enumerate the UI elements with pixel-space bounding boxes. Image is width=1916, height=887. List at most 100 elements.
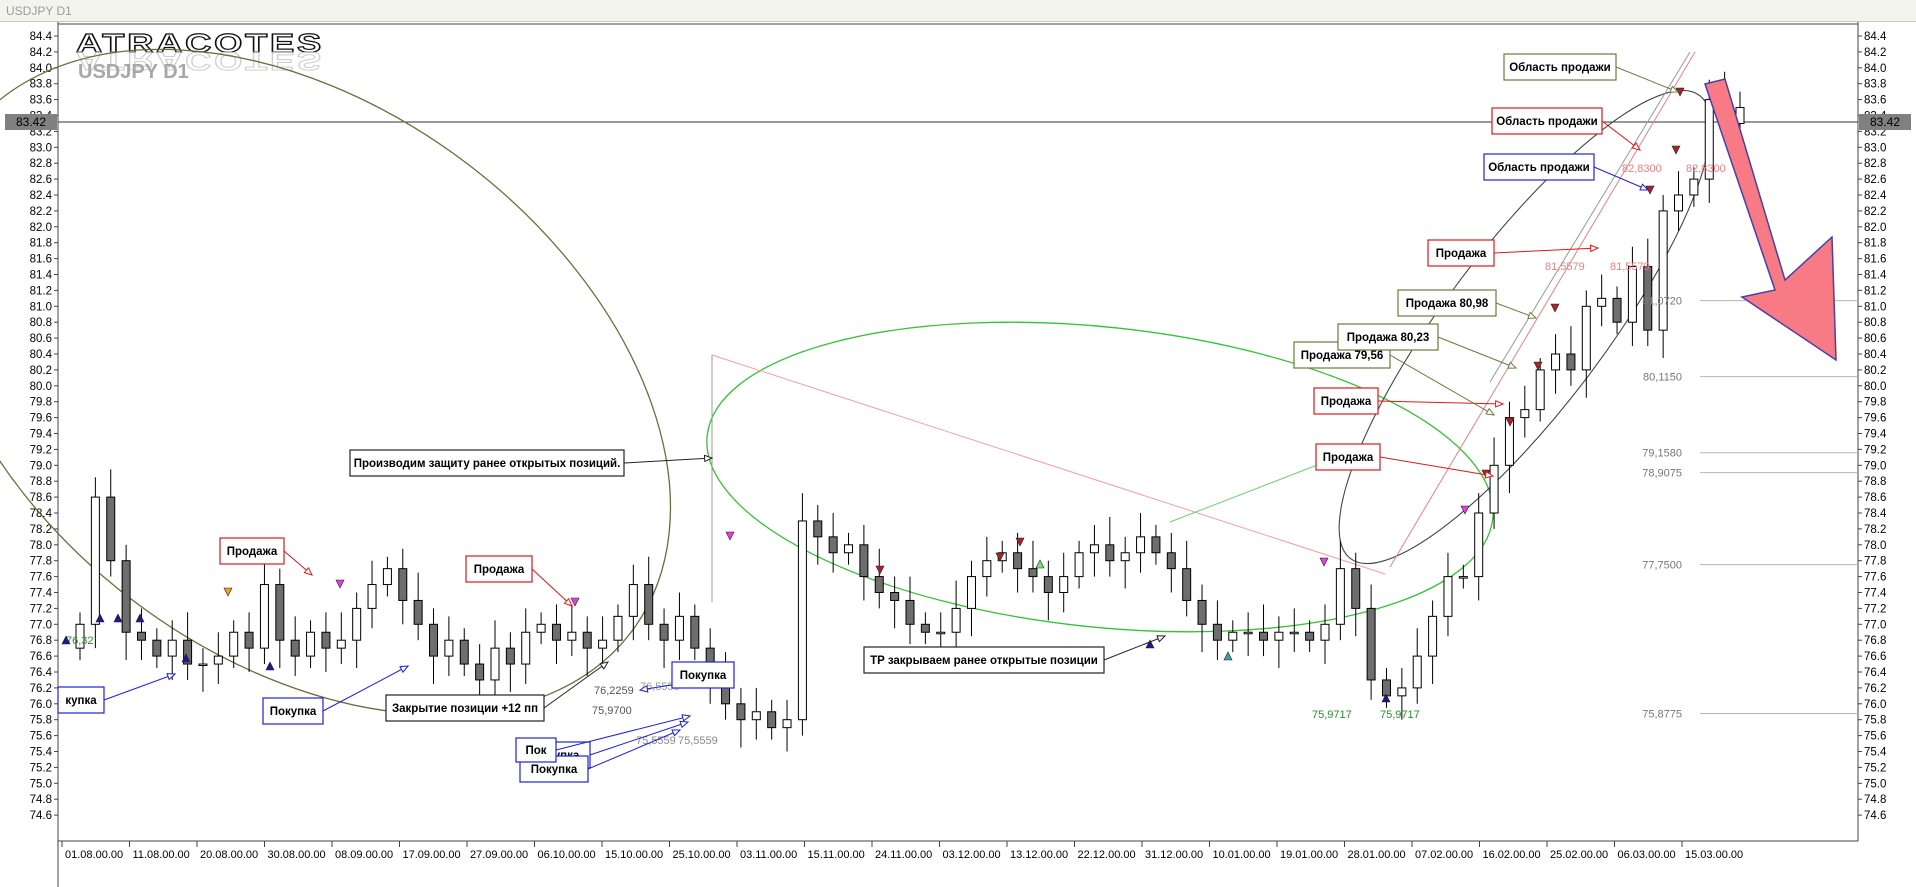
candle-bear [813,520,823,538]
signal-box-label: Покупка [680,670,727,682]
y-tick-label-right: 81.8 [1864,238,1886,250]
y-axis-left: 84.484.284.083.883.683.483.283.082.882.6… [30,31,58,822]
y-tick-label-left: 84.2 [30,47,52,59]
candle-bull [352,607,362,641]
candle-bull [598,639,608,649]
candle-bull [1074,552,1084,578]
candle-bull [1535,369,1545,411]
candle-bull [1627,266,1637,323]
x-tick-label: 01.08.00.00 [65,849,123,861]
candle-bear [275,584,285,641]
y-tick-label-left: 82.8 [30,158,52,170]
candle-bear [121,560,131,633]
candle-bull [306,631,316,657]
y-tick-label-right: 77.8 [1864,556,1886,568]
y-tick-label-right: 84.4 [1864,31,1887,43]
y-tick-label-right: 77.2 [1864,603,1886,615]
candle-bear [690,615,700,649]
candle-bull [1551,353,1561,371]
signal-box-label: Покупка [531,764,578,776]
candle-bull [1120,552,1130,562]
y-tick-label-right: 79.0 [1864,460,1886,472]
candle-bull [1412,655,1422,689]
y-tick-label-right: 82.4 [1864,190,1887,202]
candle-bull [1243,631,1253,635]
y-tick-label-right: 78.0 [1864,540,1886,552]
y-tick-label-left: 81.0 [30,301,52,313]
y-tick-label-left: 76.2 [30,683,52,695]
x-tick-label: 07.02.00.00 [1415,849,1473,861]
candle-bull [951,607,961,633]
signal-box-label: Продажа [1436,248,1487,260]
y-tick-label-left: 81.6 [30,254,52,266]
signal-box-label: Производим защиту ранее открытых позиций… [354,458,621,470]
candle-bear [290,639,300,657]
y-tick-label-right: 83.0 [1864,142,1886,154]
candle-bull [490,647,500,681]
y-tick-label-left: 80.0 [30,381,52,393]
y-tick-label-left: 77.2 [30,603,52,615]
y-tick-label-left: 79.2 [30,444,52,456]
candle-bull [628,584,638,617]
level-value-label: 75,5559 [636,735,676,747]
y-tick-label-left: 78.0 [30,540,52,552]
y-tick-label-right: 74.6 [1864,810,1886,822]
price-level-label: 78,9075 [1642,468,1682,480]
candle-bull [797,520,807,721]
candle-bull [1335,568,1345,625]
candle-bear [920,623,930,633]
candle-bull [1136,536,1146,554]
symbol-timeframe-label: USDJPY D1 [78,61,189,83]
x-tick-label: 06.03.00.00 [1618,849,1676,861]
price-level-label: 80,1150 [1643,372,1682,384]
x-tick-label: 27.09.00.00 [470,849,528,861]
signal-box-label: Продажа [1323,452,1374,464]
x-axis: 01.08.00.00 11.08.00.00 20.08.00.00 30.08.0… [61,841,1743,861]
y-tick-label-right: 81.0 [1864,301,1886,313]
y-tick-label-right: 75.2 [1864,762,1886,774]
candle-bull [844,544,854,554]
candle-bear [1151,536,1161,554]
x-tick-label: 15.11.00.00 [808,849,865,861]
y-tick-label-right: 81.2 [1864,285,1886,297]
y-tick-label-left: 75.2 [30,762,52,774]
candle-bear [1182,568,1192,601]
y-tick-label-right: 80.8 [1864,317,1886,329]
x-tick-label: 15.10.00.00 [605,849,663,861]
level-value-label: 76,32 [66,635,94,647]
level-value-label: 75,5559 [678,735,718,747]
y-tick-label-left: 76.8 [30,635,52,647]
candle-bear [505,647,515,665]
level-value-label: 75,9717 [1312,709,1352,721]
y-tick-label-right: 82.0 [1864,222,1886,234]
candle-bear [1259,631,1269,641]
x-tick-label: 06.10.00.00 [538,849,596,861]
y-tick-label-right: 75.0 [1864,778,1886,790]
y-tick-label-right: 80.2 [1864,365,1886,377]
y-tick-label-right: 79.4 [1864,429,1887,441]
y-tick-label-left: 82.0 [30,222,52,234]
x-tick-label: 17.09.00.00 [403,849,461,861]
candle-bull [1458,576,1468,579]
x-tick-label: 03.12.00.00 [943,849,1001,861]
candle-bull [336,639,346,649]
y-tick-label-left: 75.4 [30,747,53,759]
candle-bear [582,631,592,649]
x-tick-label: 13.12.00.00 [1010,849,1068,861]
candle-bull [1443,576,1453,617]
level-value-label: 81,5579 [1610,261,1650,273]
y-tick-label-right: 80.4 [1864,349,1887,361]
candle-bull [536,623,546,633]
candle-bear [398,568,408,601]
price-chart[interactable]: 84.484.284.083.883.683.483.283.082.882.6… [0,22,1916,887]
candle-bull [367,584,377,609]
candle-bear [644,584,654,625]
window-title-bar[interactable]: USDJPY D1 [0,0,1916,22]
y-tick-label-left: 75.6 [30,731,52,743]
y-tick-label-right: 82.6 [1864,174,1886,186]
y-tick-label-left: 83.6 [30,95,52,107]
signal-box-label: Продажа [1321,396,1372,408]
candle-bull [966,576,976,609]
level-value-label: 82,8300 [1622,163,1662,175]
x-tick-label: 08.09.00.00 [335,849,393,861]
